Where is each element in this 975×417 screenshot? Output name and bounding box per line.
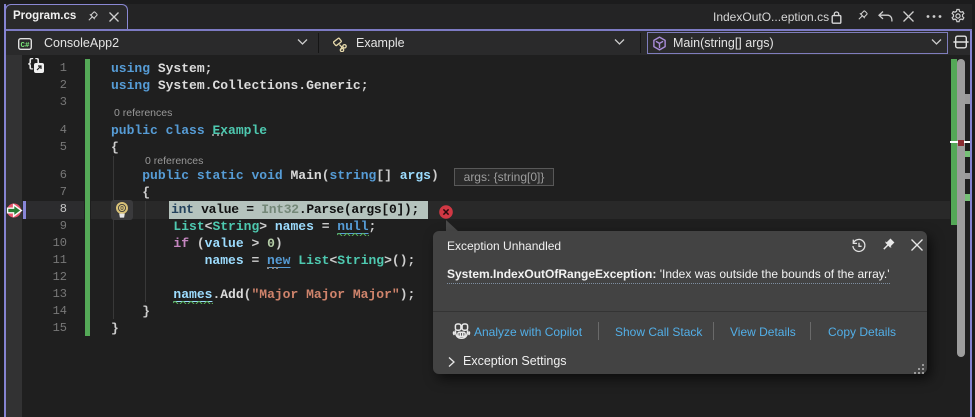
svg-text:C#: C#: [20, 42, 30, 50]
